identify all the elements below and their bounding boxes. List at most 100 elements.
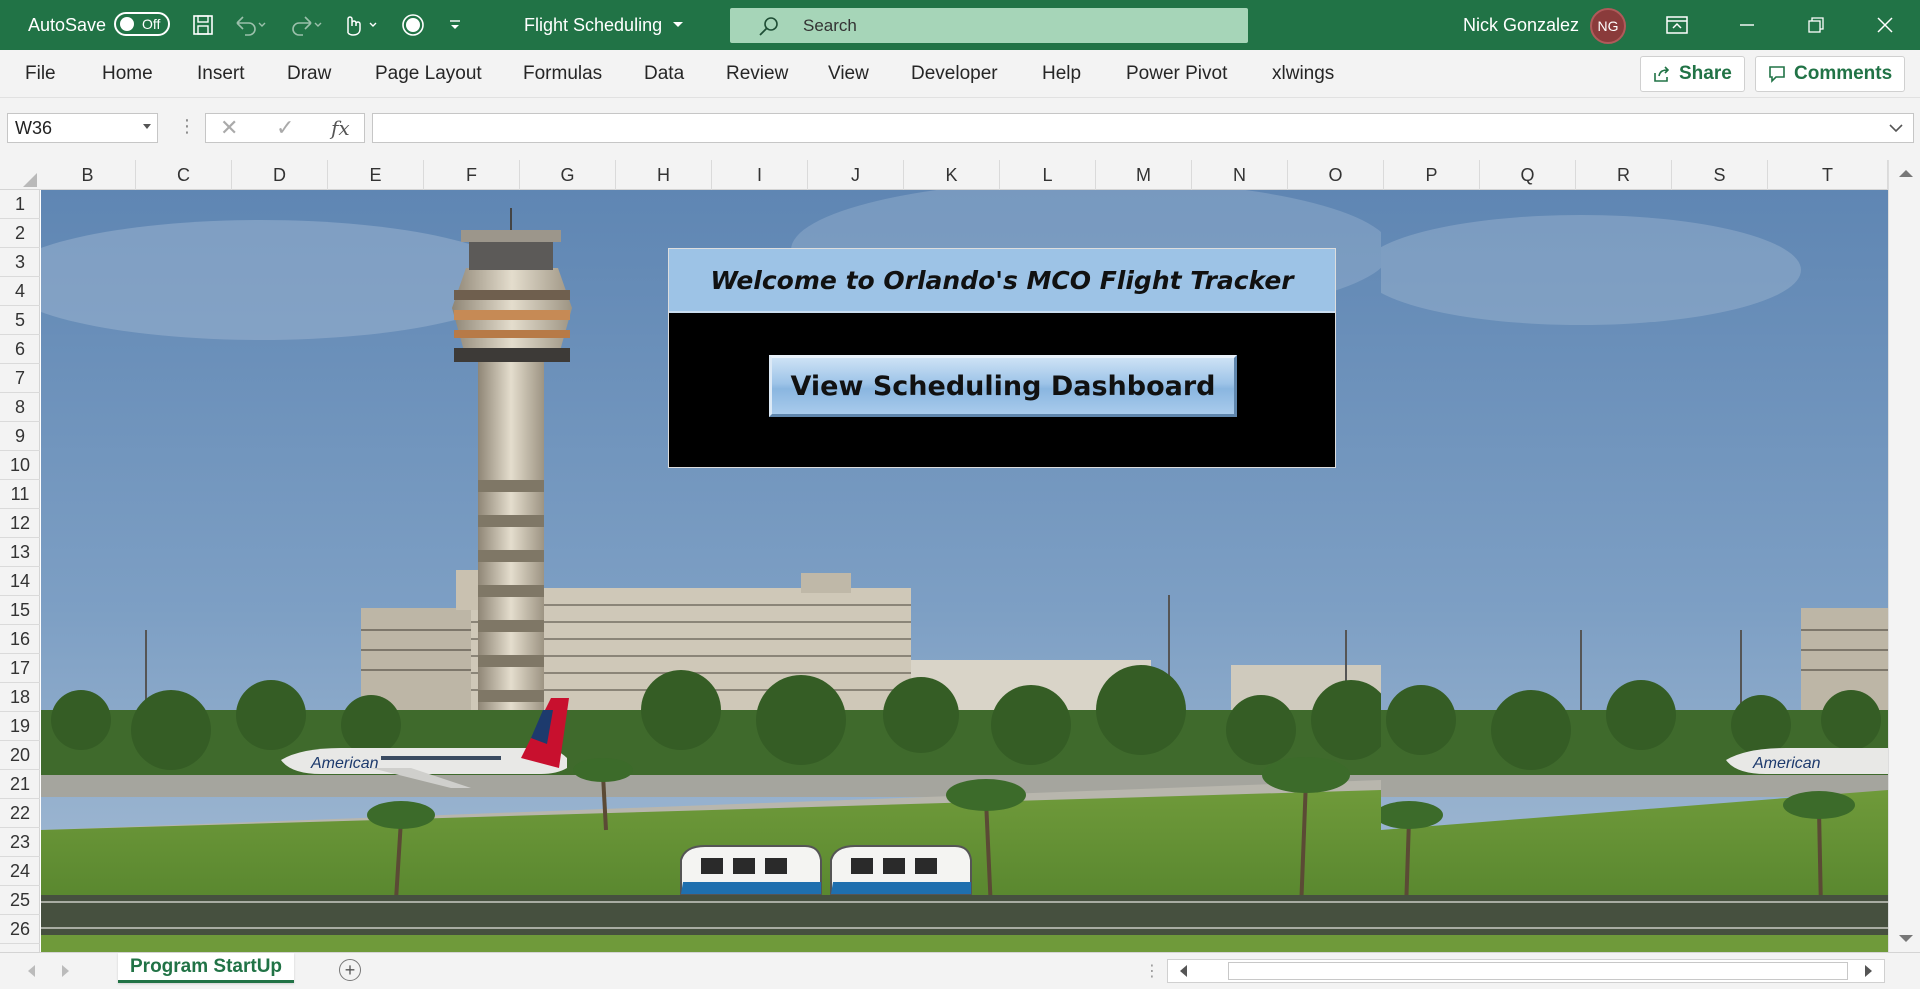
row-header[interactable]: 16 <box>0 625 40 654</box>
column-header[interactable]: B <box>40 160 136 190</box>
save-icon[interactable] <box>188 0 218 50</box>
tab-data[interactable]: Data <box>644 50 684 98</box>
row-header[interactable]: 20 <box>0 741 40 770</box>
row-header[interactable]: 21 <box>0 770 40 799</box>
row-header[interactable]: 10 <box>0 451 40 480</box>
column-header[interactable]: I <box>712 160 808 190</box>
row-header[interactable]: 18 <box>0 683 40 712</box>
column-header[interactable]: F <box>424 160 520 190</box>
comments-button[interactable]: Comments <box>1755 56 1906 92</box>
column-header[interactable]: K <box>904 160 1000 190</box>
row-header[interactable]: 24 <box>0 857 40 886</box>
tab-home[interactable]: Home <box>102 50 153 98</box>
column-header[interactable]: H <box>616 160 712 190</box>
select-all-button[interactable] <box>0 160 40 190</box>
column-header[interactable]: T <box>1768 160 1888 190</box>
add-sheet-icon[interactable]: + <box>339 959 361 981</box>
view-scheduling-dashboard-button[interactable]: View Scheduling Dashboard <box>769 355 1237 417</box>
ribbon-display-icon[interactable] <box>1660 0 1694 50</box>
redo-icon[interactable] <box>286 0 326 50</box>
row-header[interactable]: 22 <box>0 799 40 828</box>
name-box[interactable]: W36 <box>7 113 158 143</box>
column-header[interactable]: C <box>136 160 232 190</box>
row-header[interactable]: 8 <box>0 393 40 422</box>
circle-icon[interactable] <box>398 0 428 50</box>
row-header[interactable]: 23 <box>0 828 40 857</box>
row-header[interactable]: 6 <box>0 335 40 364</box>
tab-xlwings[interactable]: xlwings <box>1272 50 1334 98</box>
tab-developer[interactable]: Developer <box>911 50 998 98</box>
column-header[interactable]: N <box>1192 160 1288 190</box>
tab-view[interactable]: View <box>828 50 869 98</box>
row-header[interactable]: 1 <box>0 190 40 219</box>
tab-review[interactable]: Review <box>726 50 788 98</box>
user-name[interactable]: Nick Gonzalez <box>1463 0 1579 50</box>
row-header[interactable]: 15 <box>0 596 40 625</box>
cancel-icon[interactable]: ✕ <box>220 114 238 142</box>
search-box[interactable]: Search <box>730 8 1248 43</box>
column-header[interactable]: G <box>520 160 616 190</box>
row-header[interactable]: 7 <box>0 364 40 393</box>
next-sheet-icon[interactable] <box>62 965 69 977</box>
row-header[interactable]: 14 <box>0 567 40 596</box>
horizontal-scroll-thumb[interactable] <box>1228 962 1848 980</box>
column-header[interactable]: P <box>1384 160 1480 190</box>
column-header[interactable]: J <box>808 160 904 190</box>
column-header[interactable]: M <box>1096 160 1192 190</box>
document-title[interactable]: Flight Scheduling <box>524 0 684 50</box>
scroll-up-icon[interactable] <box>1899 170 1913 177</box>
column-header[interactable]: D <box>232 160 328 190</box>
column-header[interactable]: R <box>1576 160 1672 190</box>
customize-toolbar-icon[interactable] <box>444 0 466 50</box>
undo-icon[interactable] <box>230 0 270 50</box>
sheet-tab-program-startup[interactable]: Program StartUp <box>118 953 295 983</box>
row-header[interactable]: 4 <box>0 277 40 306</box>
expand-formula-bar-icon[interactable] <box>1889 123 1903 133</box>
enter-icon[interactable]: ✓ <box>276 114 294 142</box>
horizontal-scrollbar[interactable] <box>1167 959 1885 983</box>
avatar[interactable]: NG <box>1590 8 1626 44</box>
scroll-left-icon[interactable] <box>1180 965 1187 977</box>
touch-mode-icon[interactable] <box>338 0 382 50</box>
formula-bar-grip-icon[interactable]: ⋮ <box>178 116 196 137</box>
scroll-down-icon[interactable] <box>1899 935 1913 942</box>
column-header[interactable]: S <box>1672 160 1768 190</box>
autosave-toggle[interactable]: Off <box>114 12 170 36</box>
row-header[interactable]: 3 <box>0 248 40 277</box>
chevron-down-icon <box>143 124 151 129</box>
tab-help[interactable]: Help <box>1042 50 1081 98</box>
column-header[interactable]: Q <box>1480 160 1576 190</box>
scroll-right-icon[interactable] <box>1865 965 1872 977</box>
tab-formulas[interactable]: Formulas <box>523 50 602 98</box>
comments-label: Comments <box>1794 63 1893 84</box>
tab-power-pivot[interactable]: Power Pivot <box>1126 50 1227 98</box>
row-header[interactable]: 25 <box>0 886 40 915</box>
tab-file[interactable]: File <box>25 50 56 98</box>
worksheet-area[interactable]: American American Welcome to Orlando's M… <box>41 190 1888 952</box>
row-header[interactable]: 13 <box>0 538 40 567</box>
tab-splitter-icon[interactable]: ⋮ <box>1144 961 1160 981</box>
formula-input[interactable] <box>372 113 1914 143</box>
row-header[interactable]: 26 <box>0 915 40 944</box>
close-icon[interactable] <box>1868 0 1902 50</box>
tab-insert[interactable]: Insert <box>197 50 245 98</box>
row-header[interactable]: 17 <box>0 654 40 683</box>
row-header[interactable]: 2 <box>0 219 40 248</box>
column-header[interactable]: E <box>328 160 424 190</box>
tab-draw[interactable]: Draw <box>287 50 331 98</box>
minimize-icon[interactable] <box>1730 0 1764 50</box>
previous-sheet-icon[interactable] <box>28 965 35 977</box>
column-header[interactable]: L <box>1000 160 1096 190</box>
row-header[interactable]: 12 <box>0 509 40 538</box>
row-header[interactable]: 5 <box>0 306 40 335</box>
tab-page-layout[interactable]: Page Layout <box>375 50 482 98</box>
vertical-scrollbar[interactable] <box>1888 160 1920 952</box>
row-header[interactable]: 19 <box>0 712 40 741</box>
share-button[interactable]: Share <box>1640 56 1745 92</box>
restore-icon[interactable] <box>1799 0 1833 50</box>
column-header[interactable]: O <box>1288 160 1384 190</box>
row-header[interactable]: 9 <box>0 422 40 451</box>
insert-function-button[interactable]: fx <box>331 114 350 142</box>
search-icon <box>759 17 778 36</box>
row-header[interactable]: 11 <box>0 480 40 509</box>
